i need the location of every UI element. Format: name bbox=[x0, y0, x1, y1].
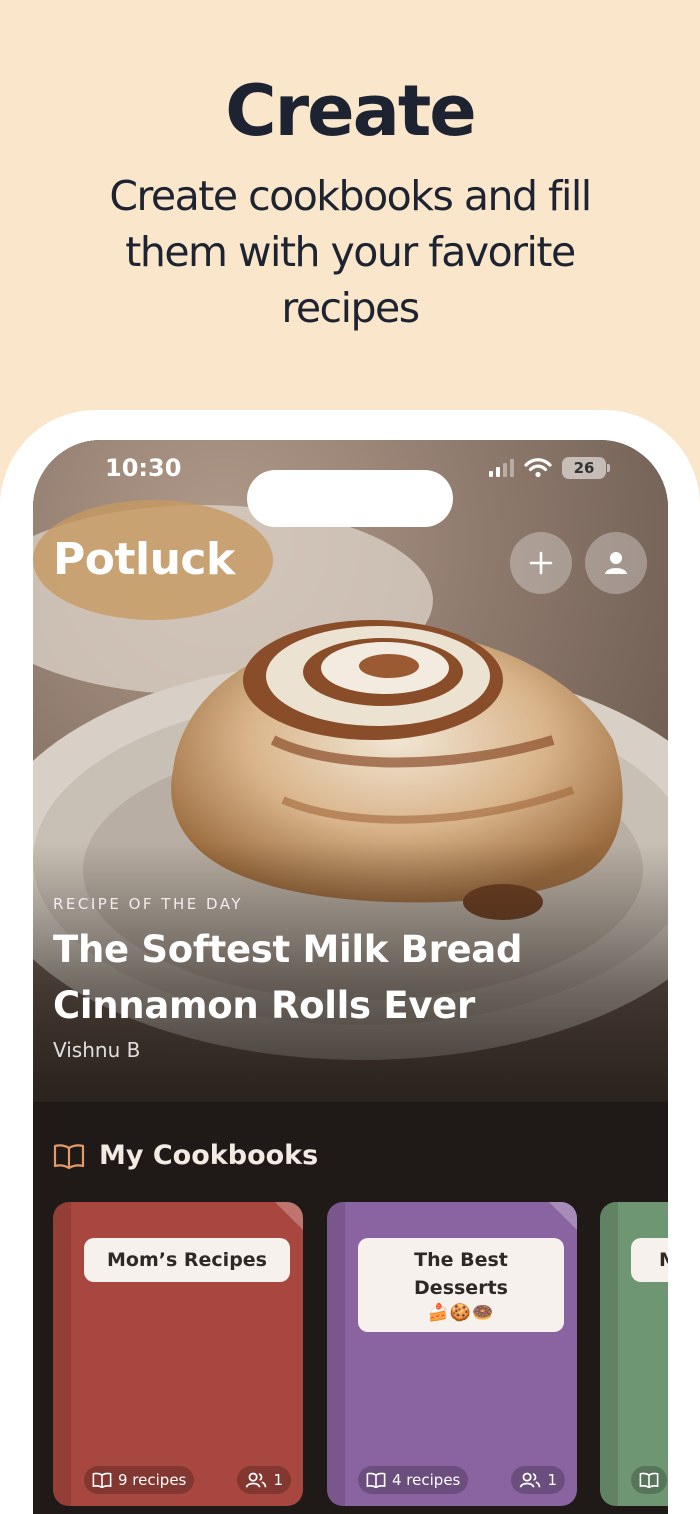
wifi-icon bbox=[524, 458, 552, 478]
app-title: Potluck bbox=[53, 534, 235, 585]
person-icon bbox=[605, 552, 627, 574]
add-button[interactable] bbox=[510, 532, 572, 594]
member-count: 1 bbox=[547, 1471, 557, 1489]
profile-button[interactable] bbox=[585, 532, 647, 594]
book-icon bbox=[366, 1472, 386, 1488]
cookbook-name: The Best Desserts bbox=[414, 1249, 508, 1299]
book-icon bbox=[639, 1472, 659, 1488]
promo-title: Create bbox=[225, 70, 477, 152]
cellular-signal-icon bbox=[489, 459, 514, 477]
users-icon bbox=[246, 1472, 267, 1488]
members-badge: 1 bbox=[511, 1466, 565, 1494]
status-time: 10:30 bbox=[105, 454, 182, 482]
cookbook-card-moms-recipes[interactable]: Mom’s Recipes 9 recipes 1 bbox=[53, 1202, 303, 1506]
plus-icon bbox=[529, 551, 553, 575]
section-title: My Cookbooks bbox=[99, 1140, 319, 1171]
cookbook-title: The Best Desserts 🍰🍪🍩 bbox=[358, 1238, 564, 1332]
dynamic-island bbox=[247, 470, 453, 527]
cookbook-name: M bbox=[659, 1246, 668, 1274]
cookbook-card-partial[interactable]: M bbox=[600, 1202, 668, 1506]
recipe-author: Vishnu B bbox=[53, 1038, 141, 1062]
cookbook-title: M bbox=[631, 1238, 668, 1282]
recipe-title[interactable]: The Softest Milk Bread Cinnamon Rolls Ev… bbox=[53, 922, 613, 1034]
cookbook-emoji: 🍰🍪🍩 bbox=[427, 1303, 495, 1323]
recipe-of-the-day-label: RECIPE OF THE DAY bbox=[53, 895, 244, 913]
recipe-count-badge: 9 recipes bbox=[84, 1466, 195, 1494]
promo-subtitle: Create cookbooks and fill them with your… bbox=[109, 172, 592, 332]
recipe-count: 4 recipes bbox=[392, 1471, 461, 1489]
users-icon bbox=[520, 1472, 541, 1488]
book-icon bbox=[53, 1143, 85, 1169]
battery-icon: 26 bbox=[562, 457, 610, 479]
member-count: 1 bbox=[273, 1471, 283, 1489]
book-icon bbox=[92, 1472, 112, 1488]
cookbook-card-the-best-desserts[interactable]: The Best Desserts 🍰🍪🍩 4 recipes 1 bbox=[327, 1202, 577, 1506]
phone-screen: 10:30 26 Potluck RECIPE OF THE DAY The S… bbox=[33, 440, 668, 1514]
status-icons: 26 bbox=[489, 457, 610, 479]
my-cookbooks-header: My Cookbooks bbox=[53, 1140, 318, 1171]
members-badge: 1 bbox=[237, 1466, 291, 1494]
cookbook-title: Mom’s Recipes bbox=[84, 1238, 290, 1282]
cookbook-name: Mom’s Recipes bbox=[107, 1249, 267, 1271]
recipe-count-badge: 4 recipes bbox=[358, 1466, 469, 1494]
recipe-count: 9 recipes bbox=[118, 1471, 187, 1489]
recipe-count-badge bbox=[631, 1466, 667, 1494]
